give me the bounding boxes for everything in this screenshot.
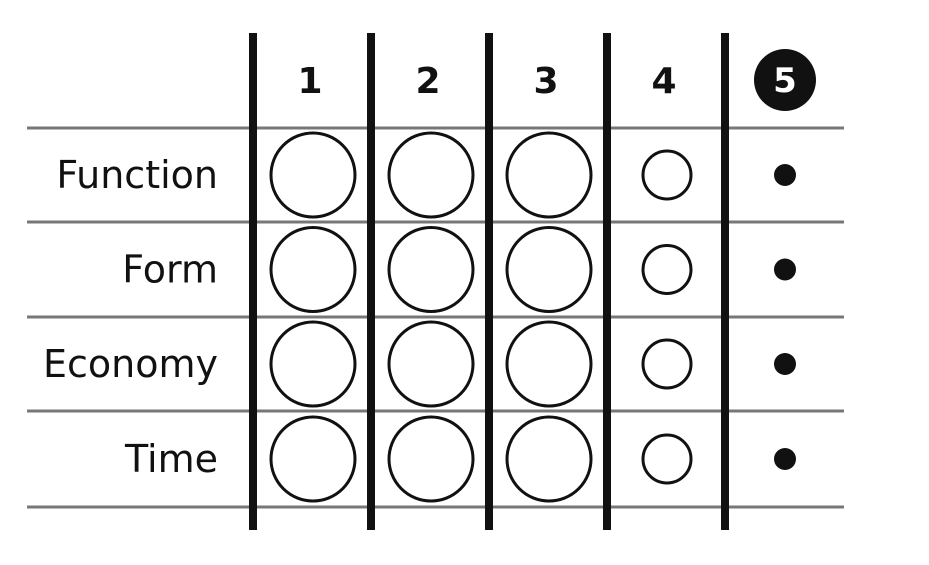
large-circle-mark [269,415,357,503]
row-label: Function [56,153,218,197]
large-circle-mark [505,226,593,313]
row-label: Time [124,437,218,481]
large-circle-mark [269,131,357,219]
large-circle-mark [505,415,593,503]
large-circle-mark [269,226,357,313]
small-circle-mark [641,149,693,201]
dot-mark [774,258,796,281]
large-circle-mark [505,320,593,408]
large-circle-mark [387,415,475,503]
small-circle-mark [641,338,693,390]
small-circle-mark [641,433,693,485]
column-header-label: 3 [533,61,558,102]
large-circle-mark [387,226,475,313]
dot-mark [774,448,796,470]
column-headers: 1 2 3 4 5 [297,49,816,111]
dot-mark [774,353,796,375]
column-header-label: 4 [651,61,676,102]
column-header-label: 5 [773,61,797,101]
large-circle-mark [269,320,357,408]
importance-matrix-diagram: 1 2 3 4 5 Function Form Economy Time [27,33,844,530]
row-label: Form [122,248,218,292]
large-circle-mark [387,131,475,219]
column-dividers [249,33,729,530]
small-circle-mark [641,244,693,295]
dot-mark [774,164,796,186]
row-label: Economy [43,342,218,386]
large-circle-mark [387,320,475,408]
column-header-label: 2 [415,61,440,102]
large-circle-mark [505,131,593,219]
column-header-label: 1 [297,61,322,102]
